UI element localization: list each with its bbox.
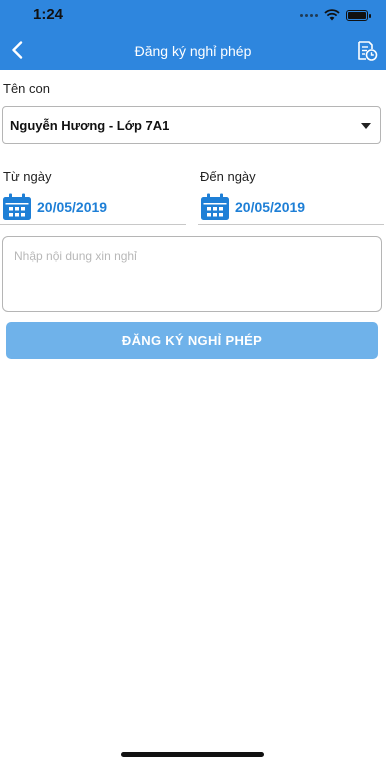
child-select[interactable]: Nguyễn Hương - Lớp 7A1 [2,106,381,144]
wifi-icon [324,9,340,21]
leave-reason-input[interactable] [2,236,382,312]
status-time: 1:24 [33,6,64,23]
page-title: Đăng ký nghỉ phép [134,43,252,59]
to-date-label: Đến ngày [200,169,256,184]
from-date-label: Từ ngày [3,169,52,184]
battery-icon [346,9,371,21]
status-indicators [300,8,371,22]
calendar-icon [201,193,229,220]
leave-request-screen: 1:24 Đăng ký nghỉ phép Tên con Nguyễn Hư… [0,0,386,761]
document-clock-icon [358,41,378,61]
child-select-value: Nguyễn Hương - Lớp 7A1 [10,118,170,133]
home-indicator[interactable] [121,752,264,757]
signal-icon [300,13,318,17]
from-date-value: 20/05/2019 [37,199,108,215]
leave-history-button[interactable] [356,40,378,62]
from-date-field[interactable]: 20/05/2019 [0,191,186,225]
to-date-field[interactable]: 20/05/2019 [198,191,384,225]
submit-leave-button[interactable]: ĐĂNG KÝ NGHỈ PHÉP [6,322,378,359]
calendar-icon [3,193,31,220]
child-name-label: Tên con [3,81,50,96]
caret-down-icon [361,123,371,129]
header-bar: 1:24 Đăng ký nghỉ phép [0,0,386,70]
to-date-value: 20/05/2019 [235,199,306,215]
